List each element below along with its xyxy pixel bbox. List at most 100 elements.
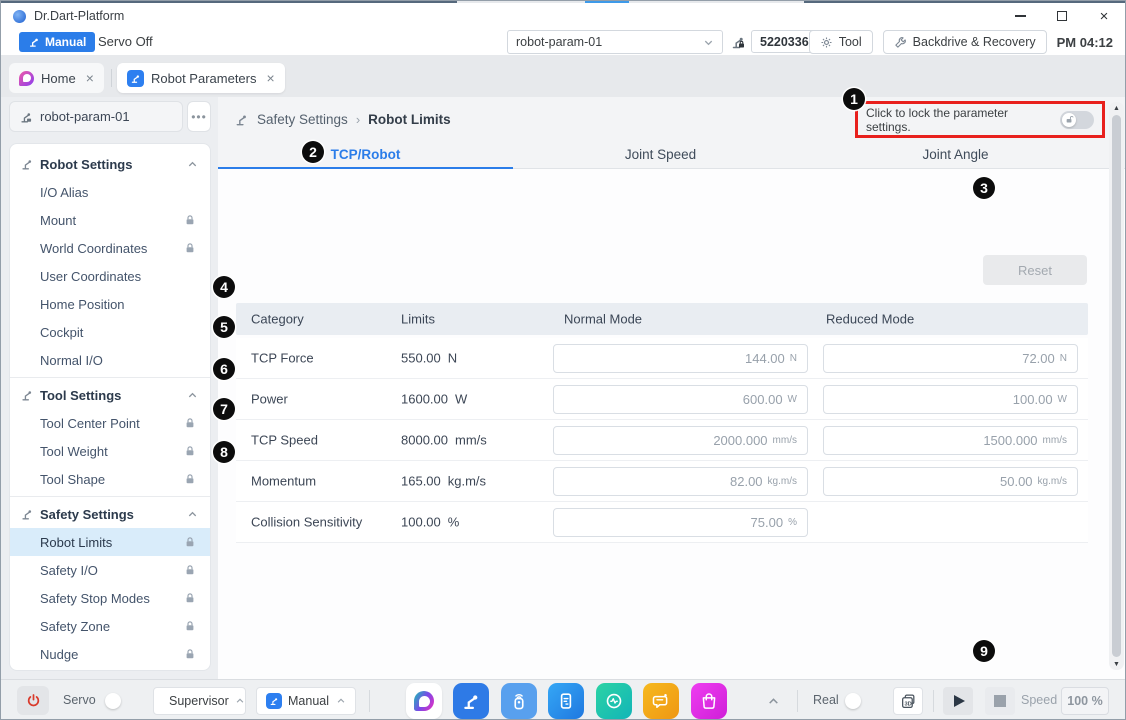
normal-mode-input[interactable]: 75.00% [553,508,808,537]
close-button[interactable]: × [1083,4,1125,28]
unlock-icon [1062,113,1076,127]
sidebar-more-button[interactable]: ••• [187,101,211,132]
role-select-value: Supervisor [169,694,229,708]
home-icon [19,71,34,86]
scrollbar-thumb[interactable] [1112,115,1121,657]
scroll-down-icon[interactable]: ▼ [1113,658,1120,670]
tab-home[interactable]: Home × [9,63,104,93]
breadcrumb-parent[interactable]: Safety Settings [257,112,348,127]
sidebar-item-label: Home Position [40,297,196,312]
message-app-icon[interactable] [643,683,679,719]
sidebar-section-header-safety-settings[interactable]: Safety Settings [10,500,210,528]
content-tab-joint-angle[interactable]: Joint Angle [808,141,1103,168]
lock-icon [184,417,196,429]
sidebar-item-tool-weight[interactable]: Tool Weight [10,437,210,465]
table-row-momentum: Momentum165.00kg.m/s82.00kg.m/s50.00kg.m… [236,461,1088,502]
servo-label: Servo [63,693,96,707]
play-button[interactable] [943,687,973,715]
chevron-up-icon[interactable] [767,695,780,708]
sidebar-item-safety-stop-modes[interactable]: Safety Stop Modes [10,584,210,612]
sidebar-item-home-position[interactable]: Home Position [10,290,210,318]
sidebar-item-mount[interactable]: Mount [10,206,210,234]
category-label: TCP Speed [251,433,318,448]
annotation-badge-3: 3 [973,177,995,199]
stop-button[interactable] [985,687,1015,715]
sidebar-item-label: Tool Weight [40,444,184,459]
sidebar-item-label: Robot Limits [40,535,184,550]
sidebar-param-label: robot-param-01 [40,109,130,124]
sidebar-section-header-tool-settings[interactable]: Tool Settings [10,381,210,409]
jog-app-icon[interactable] [548,683,584,719]
maximize-button[interactable] [1041,4,1083,28]
lock-icon [184,445,196,457]
table-header-row: CategoryLimitsNormal ModeReduced Mode [236,303,1088,335]
reduced-mode-input[interactable]: 50.00kg.m/s [823,467,1078,496]
sidebar-item-robot-limits[interactable]: Robot Limits [10,528,210,556]
sidebar-item-tool-shape[interactable]: Tool Shape [10,465,210,493]
close-tab-icon[interactable]: × [86,70,94,86]
category-label: Momentum [251,474,316,489]
sidebar-item-label: Tool Shape [40,472,184,487]
sidebar-item-safety-zone[interactable]: Safety Zone [10,612,210,640]
speed-label: Speed [1021,693,1057,707]
backdrive-recovery-button[interactable]: Backdrive & Recovery [883,30,1047,54]
sidebar-item-world-coordinates[interactable]: World Coordinates [10,234,210,262]
normal-mode-input[interactable]: 2000.000mm/s [553,426,808,455]
chevron-up-icon [235,696,245,706]
lock-icon [184,564,196,576]
sidebar-section-tool-settings: Tool Settings Tool Center Point Tool Weigh… [10,377,210,493]
limits-table: CategoryLimitsNormal ModeReduced Mode TC… [236,303,1088,543]
sidebar-item-normal-i-o[interactable]: Normal I/O [10,346,210,374]
close-tab-icon[interactable]: × [267,70,275,86]
normal-mode-input[interactable]: 82.00kg.m/s [553,467,808,496]
breadcrumb-current: Robot Limits [368,112,451,127]
vertical-scrollbar[interactable]: ▲ ▼ [1109,102,1124,670]
lock-icon [184,214,196,226]
sidebar-item-safety-i-o[interactable]: Safety I/O [10,556,210,584]
content-tab-tcp-robot[interactable]: TCP/Robot [218,141,513,168]
document-tab-strip: Home × Robot Parameters × [1,55,1125,97]
sidebar-item-user-coordinates[interactable]: User Coordinates [10,262,210,290]
sidebar-item-tool-center-point[interactable]: Tool Center Point [10,409,210,437]
minimize-button[interactable] [999,4,1041,28]
store-app-icon[interactable] [691,683,727,719]
power-button[interactable] [17,686,49,715]
sidebar-section-safety-settings: Safety SettingsRobot LimitsSafety I/OSaf… [10,496,210,668]
section-title: Tool Settings [40,388,181,403]
content-tab-joint-speed[interactable]: Joint Speed [513,141,808,168]
app-window: Dr.Dart-Platform × Manual Servo Off robo… [0,0,1126,720]
column-header-reduced-mode: Reduced Mode [826,312,914,327]
operation-mode-select[interactable]: Manual [256,687,356,715]
sidebar-section-header-robot-settings[interactable]: Robot Settings [10,150,210,178]
speed-value[interactable]: 100 % [1061,687,1109,715]
mode-badge[interactable]: Manual [19,32,95,52]
sidebar-param-name[interactable]: robot-param-01 [9,101,183,132]
reduced-mode-input[interactable]: 1500.000mm/s [823,426,1078,455]
reduced-mode-input[interactable]: 72.00N [823,344,1078,373]
sidebar-item-label: User Coordinates [40,269,196,284]
3d-viewer-button[interactable]: 3D [893,687,923,715]
mode-badge-label: Manual [45,35,86,49]
robot-parameters-app-icon[interactable] [453,683,489,719]
table-row-collision-sensitivity: Collision Sensitivity100.00%75.00% [236,502,1088,543]
tab-robot-parameters[interactable]: Robot Parameters × [117,63,285,93]
status-monitor-app-icon[interactable] [596,683,632,719]
sidebar-item-i-o-alias[interactable]: I/O Alias [10,178,210,206]
normal-mode-input[interactable]: 600.00W [553,385,808,414]
reduced-mode-input[interactable]: 100.00W [823,385,1078,414]
lock-icon [184,473,196,485]
normal-mode-input[interactable]: 144.00N [553,344,808,373]
lock-icon [184,620,196,632]
teach-pendant-app-icon[interactable] [501,683,537,719]
role-select[interactable]: Supervisor [153,687,246,715]
parameter-lock-toggle[interactable] [1060,111,1094,129]
tool-button[interactable]: Tool [809,30,873,54]
home-app-icon[interactable] [406,683,442,719]
param-select[interactable]: robot-param-01 [507,30,723,54]
scroll-up-icon[interactable]: ▲ [1113,102,1120,114]
parameter-lock-callout: Click to lock the parameter settings. [855,101,1105,138]
sidebar-item-nudge[interactable]: Nudge [10,640,210,668]
content-tabs: TCP/RobotJoint SpeedJoint Angle [218,141,1126,169]
reset-button[interactable]: Reset [983,255,1087,285]
sidebar-item-cockpit[interactable]: Cockpit [10,318,210,346]
